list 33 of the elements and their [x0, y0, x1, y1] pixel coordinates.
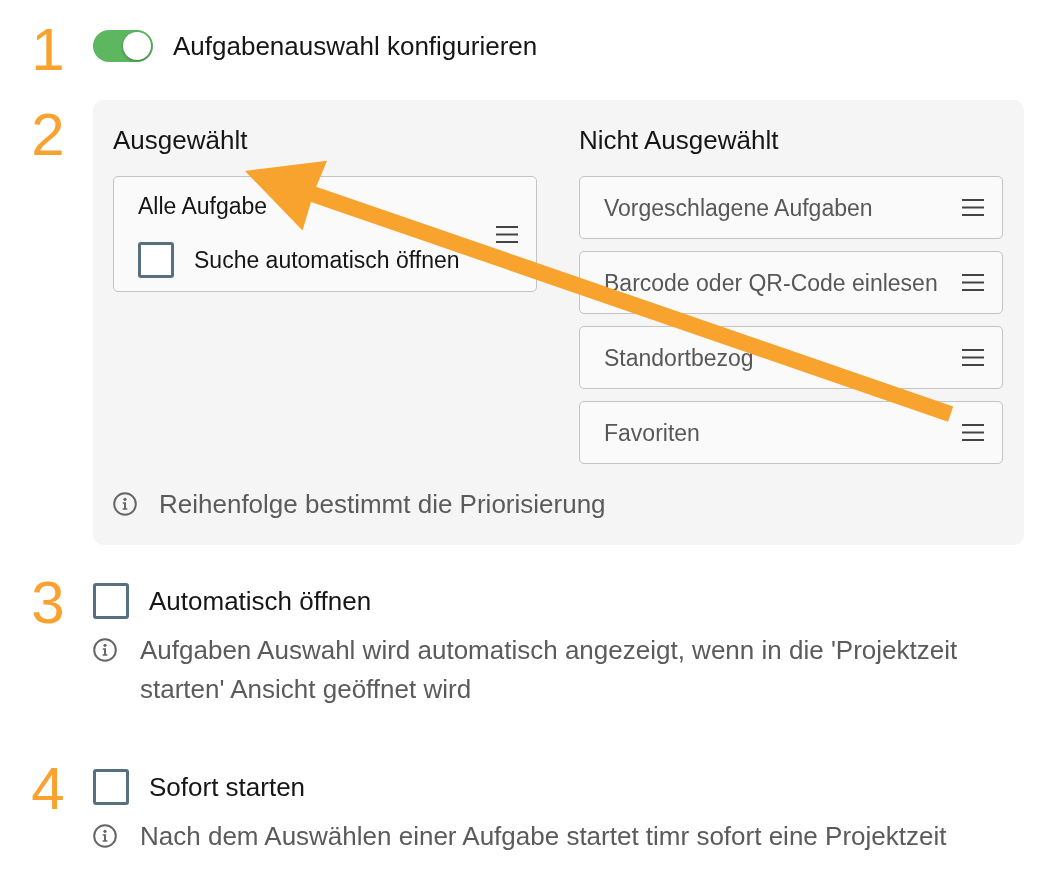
hamburger-icon[interactable] [962, 274, 984, 291]
task-label: Vorgeschlagene Aufgaben [604, 193, 873, 223]
list-title: Ausgewählt [113, 125, 249, 155]
step-number: 3 [30, 573, 66, 633]
checkbox-label: Sofort starten [149, 772, 306, 802]
info-icon [113, 492, 137, 516]
checkbox-label: Automatisch öffnen [149, 586, 372, 616]
hamburger-icon[interactable] [496, 225, 518, 243]
checkbox[interactable] [138, 241, 174, 278]
hamburger-icon[interactable] [962, 424, 984, 441]
hint-text: Nach dem Auswählen einer Aufgabe startet timr sofort eine Projektzeit [140, 820, 947, 853]
checkbox-label: Suche automatisch öffnen [194, 245, 460, 275]
task-label: Alle Aufgabe [138, 191, 268, 221]
toggle-label: Aufgabenauswahl konfigurieren [173, 31, 538, 61]
hamburger-icon[interactable] [962, 349, 984, 366]
step-number: 1 [30, 20, 66, 80]
hint-text: Reihenfolge bestimmt die Priorisierung [159, 488, 606, 521]
list-title: Nicht Ausgewählt [579, 125, 780, 155]
task-card[interactable]: Favoriten [579, 401, 1003, 464]
hint-text: Aufgaben Auswahl wird automatisch angezeigt, wenn in die 'Projektzeit starten' Ansicht geöffnet wird [140, 634, 959, 706]
task-label: Standortbezog [604, 343, 754, 373]
info-icon [93, 824, 117, 848]
info-icon [93, 638, 117, 662]
hamburger-icon[interactable] [962, 199, 984, 216]
step-number: 2 [30, 105, 66, 165]
checkbox[interactable] [93, 769, 129, 805]
checkbox[interactable] [93, 583, 129, 619]
task-label: Favoriten [604, 418, 700, 448]
task-card[interactable]: Vorgeschlagene Aufgaben [579, 176, 1003, 239]
task-label: Barcode oder QR-Code einlesen [604, 268, 938, 298]
step-number: 4 [30, 759, 66, 819]
task-card[interactable]: Barcode oder QR-Code einlesen [579, 251, 1003, 314]
toggle-switch[interactable] [93, 30, 153, 62]
